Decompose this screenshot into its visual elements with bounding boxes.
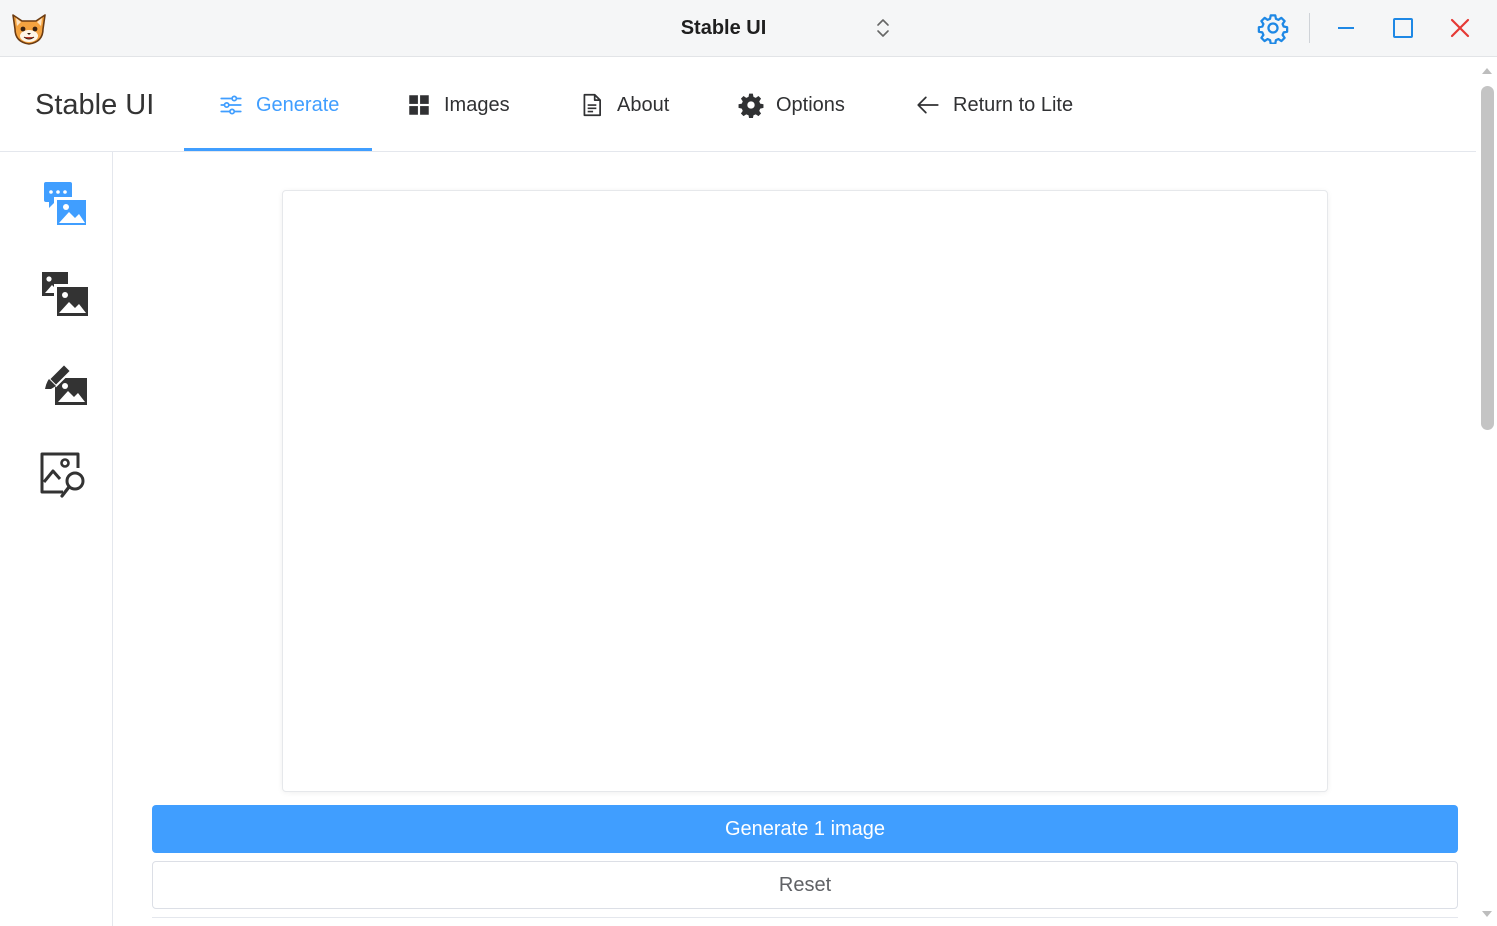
content-divider [152,917,1458,918]
image-to-image-icon [42,272,88,316]
minimize-icon[interactable] [1330,12,1362,44]
image-search-icon [40,452,85,498]
document-icon [583,93,601,117]
scroll-down-arrow-icon[interactable] [1480,907,1494,919]
active-tab-indicator [184,148,372,151]
scroll-up-arrow-icon[interactable] [1480,64,1494,76]
maximize-icon[interactable] [1387,12,1419,44]
text-to-image-icon [44,182,86,225]
inpainting-button[interactable] [36,356,92,412]
sliders-icon [220,95,242,115]
tab-generate[interactable]: Generate [218,58,339,152]
tab-images-label: Images [444,93,510,116]
cog-icon [738,93,764,118]
tab-generate-label: Generate [256,93,340,116]
inpainting-icon [45,362,87,405]
text-to-image-button[interactable] [36,177,92,233]
top-navigation: Stable UI Generate Images About Options … [0,58,1476,152]
grid-icon [409,95,429,115]
tab-about-label: About [617,93,670,116]
tab-images[interactable]: Images [406,58,510,152]
reset-button[interactable]: Reset [152,861,1458,909]
tab-options[interactable]: Options [738,58,845,152]
tab-return-to-lite-label: Return to Lite [953,93,1074,116]
image-preview-canvas [282,190,1328,792]
chevron-up-down-icon[interactable] [874,16,892,40]
gear-icon[interactable] [1257,12,1289,45]
tab-return-to-lite[interactable]: Return to Lite [915,58,1073,152]
image-search-button[interactable] [36,444,92,500]
close-icon[interactable] [1444,12,1476,44]
image-to-image-button[interactable] [36,266,92,322]
arrow-left-icon [917,96,939,114]
window-title: Stable UI [680,17,767,39]
scrollbar-thumb[interactable] [1481,86,1494,430]
brand-title: Stable UI [35,89,155,121]
tab-options-label: Options [776,93,845,116]
titlebar-separator [1309,13,1310,43]
generate-button[interactable]: Generate 1 image [152,805,1458,853]
mode-sidebar [0,152,113,926]
window-titlebar: Stable UI [0,0,1497,57]
tab-about[interactable]: About [579,58,669,152]
